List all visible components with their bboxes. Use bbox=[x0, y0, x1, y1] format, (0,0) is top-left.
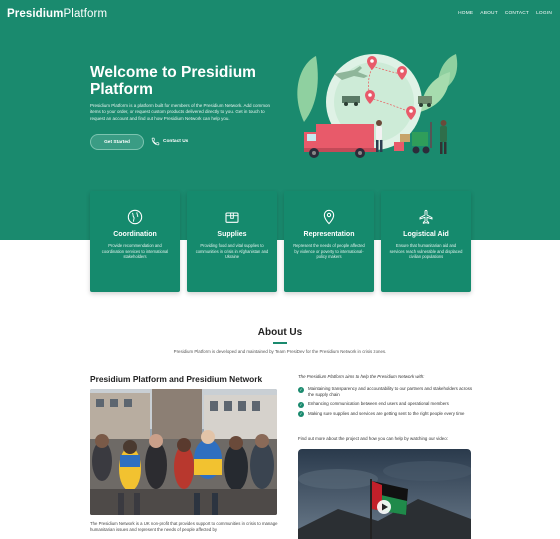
service-title: Coordination bbox=[113, 231, 157, 238]
hero-section: PresidiumPlatform HOME ABOUT CONTACT LOG… bbox=[0, 0, 560, 240]
nav-about[interactable]: ABOUT bbox=[480, 11, 498, 16]
about-title: About Us bbox=[257, 327, 303, 338]
aim-item: ✓ Enhancing communication between end us… bbox=[298, 401, 449, 408]
check-icon: ✓ bbox=[298, 401, 304, 408]
service-text: Providing food and vital supplies to com… bbox=[195, 243, 269, 260]
nav-login[interactable]: LOGIN bbox=[536, 11, 552, 16]
aims-intro: The Presidium Platform aims to help the … bbox=[298, 374, 425, 379]
section-title: Presidium Platform and Presidium Network bbox=[90, 374, 263, 384]
phone-icon bbox=[151, 137, 160, 146]
aim-item: ✓ Maintaining transparency and accountab… bbox=[298, 386, 473, 398]
nav-contact[interactable]: CONTACT bbox=[505, 11, 529, 16]
check-icon: ✓ bbox=[298, 411, 304, 418]
video-prompt: Find out more about the project and how … bbox=[298, 436, 448, 441]
protest-photo bbox=[90, 389, 277, 515]
service-card-supplies: Supplies Providing food and vital suppli… bbox=[187, 191, 277, 292]
contact-us-link[interactable]: Contact Us bbox=[151, 137, 188, 146]
site-logo[interactable]: PresidiumPlatform bbox=[7, 8, 107, 20]
service-text: Ensure that humanitarian aid and service… bbox=[389, 243, 463, 260]
map-pin-icon bbox=[323, 209, 335, 225]
about-description: Presidium Platform is developed and main… bbox=[173, 349, 387, 354]
aims-list: ✓ Maintaining transparency and accountab… bbox=[298, 386, 476, 420]
service-card-representation: Representation Represent the needs of pe… bbox=[284, 191, 374, 292]
nav-home[interactable]: HOME bbox=[458, 11, 473, 16]
service-card-coordination: Coordination Provide recommendation and … bbox=[90, 191, 180, 292]
service-card-logistical-aid: Logistical Aid Ensure that humanitarian … bbox=[381, 191, 471, 292]
airplane-icon bbox=[419, 209, 433, 224]
logistics-illustration bbox=[297, 54, 458, 158]
hero-description: Presidium Platform is a platform built f… bbox=[90, 103, 271, 121]
service-title: Supplies bbox=[217, 231, 247, 238]
aim-item: ✓ Making sure supplies and services are … bbox=[298, 410, 465, 418]
get-started-button[interactable]: Get Started bbox=[90, 134, 144, 150]
service-title: Logistical Aid bbox=[403, 231, 449, 238]
service-text: Provide recommendation and coordination … bbox=[101, 243, 169, 260]
contact-us-label: Contact Us bbox=[163, 139, 189, 144]
service-title: Representation bbox=[303, 231, 355, 238]
title-underline bbox=[273, 342, 287, 344]
box-icon bbox=[225, 212, 239, 223]
main-nav: HOME ABOUT CONTACT LOGIN bbox=[458, 11, 552, 16]
hero-title: Welcome to Presidium Platform bbox=[90, 64, 256, 98]
video-player[interactable] bbox=[298, 449, 471, 539]
globe-icon bbox=[127, 209, 143, 225]
service-text: Represent the needs of people affected b… bbox=[293, 243, 365, 260]
check-icon: ✓ bbox=[298, 386, 304, 393]
about-body-text: The Presidium Network is a UK non-profit… bbox=[90, 521, 278, 533]
